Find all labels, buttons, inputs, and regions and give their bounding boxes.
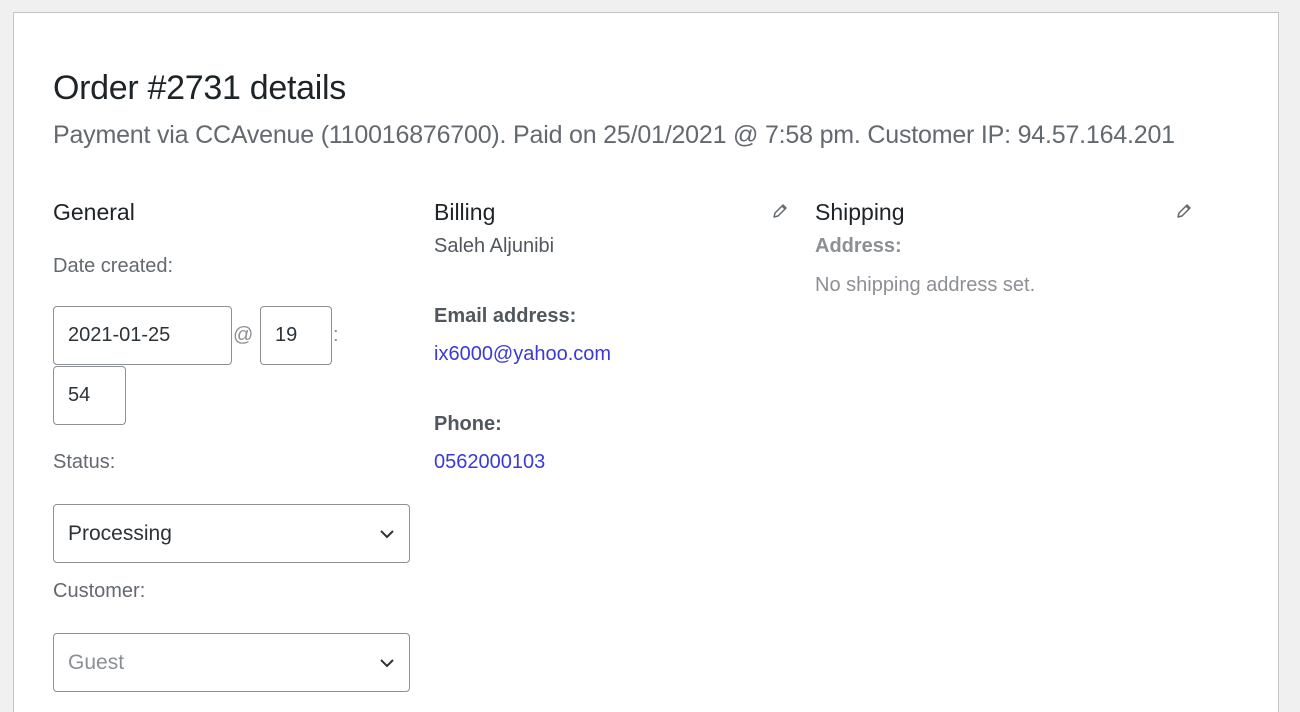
shipping-address-value: No shipping address set. (815, 274, 1036, 296)
billing-heading: Billing (434, 199, 496, 225)
order-status-select[interactable]: Processing (53, 504, 410, 563)
billing-phone-label: Phone: (434, 413, 502, 435)
pencil-icon[interactable] (771, 202, 789, 220)
billing-phone-link[interactable]: 0562000103 (434, 451, 545, 474)
customer-label: Customer: (53, 580, 146, 602)
order-minute-input[interactable]: 54 (53, 366, 126, 425)
chevron-down-icon (380, 529, 394, 538)
general-heading: General (53, 199, 135, 225)
customer-placeholder: Guest (68, 650, 125, 674)
shipping-heading: Shipping (815, 199, 905, 225)
billing-email-label: Email address: (434, 305, 577, 327)
order-payment-meta: Payment via CCAvenue (110016876700). Pai… (53, 121, 1175, 149)
order-hour-input[interactable]: 19 (260, 306, 332, 365)
order-data-panel: Order #2731 details Payment via CCAvenue… (13, 12, 1279, 712)
billing-name: Saleh Aljunibi (434, 235, 555, 257)
date-created-label: Date created: (53, 255, 174, 277)
order-date-input[interactable]: 2021-01-25 (53, 306, 232, 365)
date-time-separator: @ (233, 324, 254, 346)
status-label: Status: (53, 451, 116, 473)
order-status-value: Processing (68, 521, 172, 545)
shipping-address-label: Address: (815, 235, 902, 257)
billing-email-link[interactable]: ix6000@yahoo.com (434, 343, 611, 366)
chevron-down-icon (380, 658, 394, 667)
customer-select[interactable]: Guest (53, 633, 410, 692)
pencil-icon[interactable] (1175, 202, 1193, 220)
hour-minute-separator: : (333, 324, 339, 346)
page-title: Order #2731 details (53, 69, 346, 107)
